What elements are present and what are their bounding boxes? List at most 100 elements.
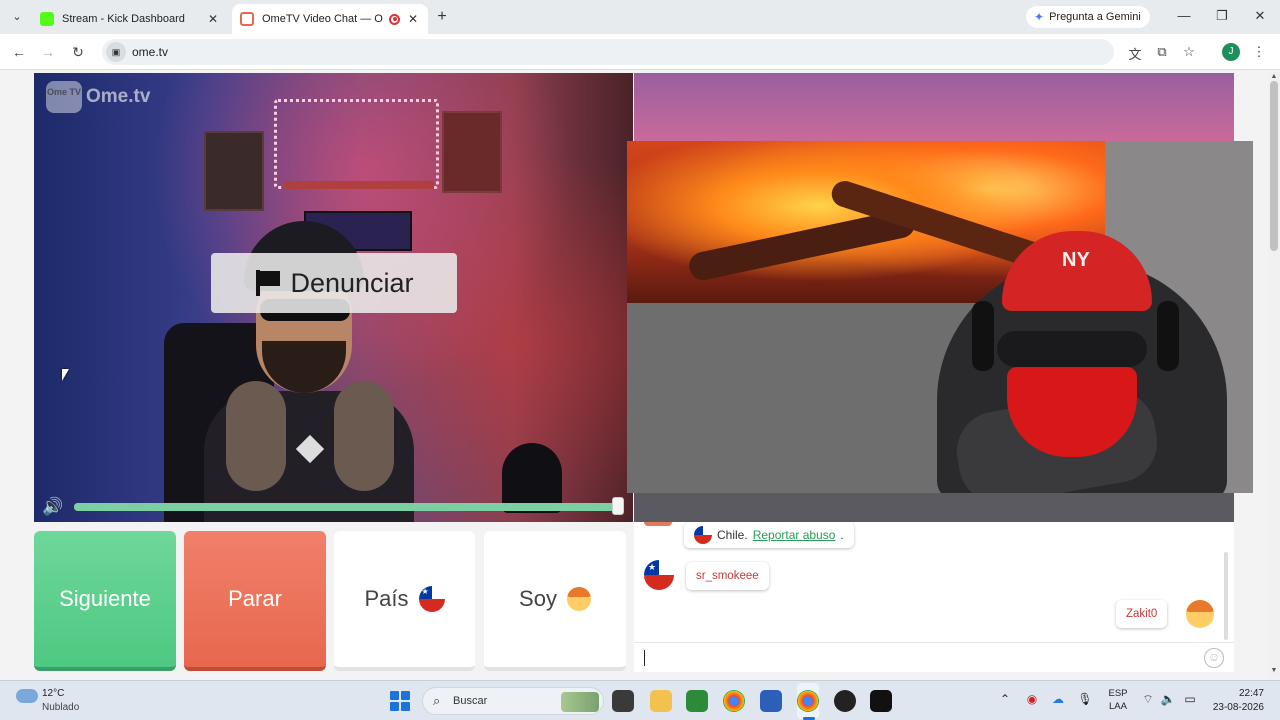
gemini-label: Pregunta a Gemini	[1049, 11, 1141, 23]
weather-temperature[interactable]: 12°C	[42, 688, 64, 699]
country-label: País	[364, 586, 409, 611]
minimize-icon[interactable]: —	[1174, 8, 1194, 23]
new-tab-button[interactable]: +	[434, 8, 450, 26]
tab-ometv[interactable]: OmeTV Video Chat — Ome ✕	[232, 4, 428, 34]
flag-icon	[254, 270, 281, 296]
boy-avatar-icon	[566, 587, 591, 611]
scroll-thumb[interactable]	[1270, 81, 1278, 251]
remote-video: NY	[627, 141, 1253, 493]
bookmark-star-icon[interactable]: ☆	[1181, 44, 1197, 60]
ometv-favicon-icon	[240, 12, 254, 26]
ometv-logo: Ome TV Ome.tv	[46, 81, 150, 113]
local-video: Ome TV Ome.tv Denunciar 🔊	[34, 73, 633, 522]
restore-icon[interactable]: ❐	[1212, 8, 1232, 24]
headphones	[972, 301, 994, 371]
next-label: Siguiente	[59, 586, 151, 611]
battery-icon[interactable]: ▭	[1181, 692, 1199, 706]
store-icon[interactable]	[760, 690, 782, 712]
chat-scrollbar[interactable]	[1224, 552, 1228, 640]
beard	[262, 341, 346, 393]
cloud-icon[interactable]	[16, 689, 38, 703]
volume-fill	[74, 503, 622, 511]
self-avatar-icon	[1186, 600, 1214, 628]
close-window-icon[interactable]: ✕	[1250, 8, 1270, 24]
microphone-tray-icon[interactable]: 🎙	[1076, 692, 1094, 706]
goggles	[997, 331, 1147, 367]
report-button[interactable]: Denunciar	[211, 253, 457, 313]
profile-avatar[interactable]: J	[1222, 43, 1240, 61]
language-indicator[interactable]: ESP LAA	[1106, 687, 1130, 713]
chile-flag-icon: ★	[418, 586, 445, 612]
page-content: Ome TV Ome.tv Denunciar 🔊 NY Siguiente P…	[0, 71, 1268, 679]
page-scrollbar[interactable]: ▲ ▼	[1268, 71, 1280, 679]
taskbar: 12°C Nublado ⌕ Buscar ⌃ ◉ ☁ 🎙 ESP LAA ⌔ …	[0, 680, 1280, 720]
url-text: ome.tv	[132, 45, 169, 59]
report-label: Denunciar	[290, 267, 414, 298]
recording-icon	[389, 13, 400, 25]
gender-button[interactable]: Soy	[484, 531, 626, 671]
chrome-active-icon[interactable]	[797, 690, 819, 712]
ometv-badge-icon: Ome TV	[46, 81, 82, 113]
security-tray-icon[interactable]: ◉	[1023, 692, 1041, 706]
scroll-up-arrow-icon[interactable]: ▲	[1268, 73, 1280, 80]
remote-username-message: sr_smokeee	[686, 562, 769, 590]
volume-slider[interactable]	[74, 497, 624, 515]
keyboard-layout: LAA	[1109, 701, 1127, 712]
tab-kick-dashboard[interactable]: Stream - Kick Dashboard ✕	[32, 4, 228, 34]
volume-knob[interactable]	[612, 497, 624, 515]
country-button[interactable]: País ★	[334, 531, 475, 671]
kick-favicon-icon	[40, 12, 54, 26]
close-tab-icon[interactable]: ✕	[206, 12, 220, 26]
onedrive-icon[interactable]: ☁	[1049, 692, 1067, 706]
task-view-icon[interactable]	[612, 690, 634, 712]
site-info-icon[interactable]: ▣	[106, 42, 126, 62]
cap-logo: NY	[1062, 249, 1090, 271]
back-arrow-icon[interactable]: ←	[9, 42, 29, 62]
chat-input[interactable]: ☺	[634, 642, 1234, 672]
address-bar[interactable]: ▣ ome.tv	[102, 39, 1114, 65]
install-app-icon[interactable]: ⧉	[1154, 44, 1170, 60]
poster	[442, 111, 502, 193]
windows-start-icon[interactable]	[390, 691, 410, 711]
menu-kebab-icon[interactable]: ⋮	[1251, 44, 1267, 60]
capcut-icon[interactable]	[870, 690, 892, 712]
forward-arrow-icon[interactable]: →	[38, 42, 58, 62]
jacket-collar	[334, 381, 394, 491]
scroll-down-arrow-icon[interactable]: ▼	[1268, 667, 1280, 674]
mouse-cursor-icon	[62, 369, 69, 381]
clock-date: 23-08-2026	[1212, 702, 1264, 713]
volume-icon[interactable]: 🔊	[42, 497, 63, 517]
translate-icon[interactable]: ⽂	[1127, 44, 1143, 63]
speaker-icon[interactable]: 🔈	[1159, 692, 1177, 706]
system-clock[interactable]: 22:47 23-08-2026	[1200, 687, 1264, 715]
minecraft-icon[interactable]	[686, 690, 708, 712]
remote-user-figure: NY	[927, 231, 1247, 493]
close-tab-icon[interactable]: ✕	[406, 12, 420, 26]
obs-icon[interactable]	[834, 690, 856, 712]
search-placeholder: Buscar	[453, 695, 488, 707]
gemini-button[interactable]: ✦ Pregunta a Gemini	[1026, 6, 1150, 28]
next-button[interactable]: Siguiente	[34, 531, 176, 671]
tab-title: Stream - Kick Dashboard	[62, 13, 185, 25]
system-country: Chile.	[717, 528, 748, 542]
chrome-icon[interactable]	[723, 690, 745, 712]
browser-toolbar: ← → ↻ ▣ ome.tv ⽂ ⧉ ☆ J ⋮	[0, 34, 1280, 70]
tray-expand-icon[interactable]: ⌃	[996, 692, 1014, 706]
chile-flag-icon	[694, 526, 712, 544]
wifi-icon[interactable]: ⌔	[1139, 692, 1157, 707]
tab-strip: ⌄ Stream - Kick Dashboard ✕ OmeTV Video …	[0, 0, 1280, 34]
stop-label: Parar	[228, 586, 282, 611]
weather-description[interactable]: Nublado	[42, 702, 79, 713]
jacket-collar	[226, 381, 286, 491]
tab-title: OmeTV Video Chat — Ome	[262, 13, 383, 25]
system-suffix: .	[840, 528, 844, 542]
stop-button[interactable]: Parar	[184, 531, 326, 671]
self-label: Soy	[519, 586, 557, 611]
emoji-icon[interactable]: ☺	[1204, 648, 1224, 668]
report-abuse-link[interactable]: Reportar abuso	[753, 528, 836, 542]
avatar	[644, 522, 672, 526]
taskbar-search[interactable]: ⌕ Buscar	[422, 687, 604, 715]
file-explorer-icon[interactable]	[650, 690, 672, 712]
reload-icon[interactable]: ↻	[68, 42, 88, 62]
tab-search-dropdown-icon[interactable]: ⌄	[8, 8, 26, 26]
